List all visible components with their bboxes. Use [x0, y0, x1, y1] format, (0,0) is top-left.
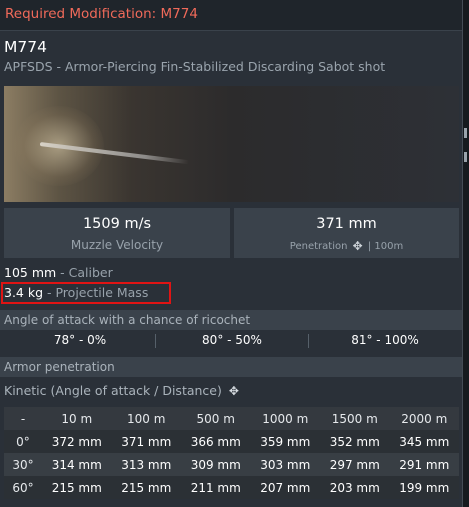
table-cell: 211 mm	[181, 476, 251, 499]
row-angle: 60°	[4, 476, 42, 499]
table-cell: 309 mm	[181, 453, 251, 476]
ricochet-row: 78° - 0% 80° - 50% 81° - 100%	[0, 331, 462, 351]
highlight-box	[1, 282, 171, 304]
ricochet-value: 81° - 100%	[351, 333, 419, 347]
ricochet-section-header: Angle of attack with a chance of ricoche…	[0, 310, 462, 330]
muzzle-velocity-label: Muzzle Velocity	[70, 238, 164, 252]
crosshair-arrow-icon: ✥	[352, 239, 363, 253]
kinetic-label: Kinetic (Angle of attack / Distance)	[4, 383, 222, 398]
column-header: 1500 m	[320, 407, 390, 430]
shell-image	[4, 86, 459, 202]
shell-name: M774	[4, 38, 47, 56]
table-cell: 359 mm	[250, 430, 320, 453]
column-header: 2000 m	[389, 407, 459, 430]
penetration-box: 371 mm Penetration ✥ | 100m	[234, 208, 459, 258]
shell-info-panel: Required Modification: M774 M774 APFSDS …	[0, 0, 463, 507]
column-header: 100 m	[111, 407, 181, 430]
scrollbar-mark	[464, 152, 467, 162]
penetration-distance: | 100m	[367, 241, 404, 252]
kinetic-label-row: Kinetic (Angle of attack / Distance) ✥	[4, 383, 242, 398]
table-cell: 199 mm	[389, 476, 459, 499]
table-cell: 203 mm	[320, 476, 390, 499]
table-cell: 314 mm	[42, 453, 112, 476]
crosshair-arrow-icon: ✥	[228, 384, 239, 398]
table-cell: 366 mm	[181, 430, 251, 453]
penetration-label: Penetration	[289, 241, 348, 252]
armor-penetration-title: Armor penetration	[4, 360, 115, 374]
modification-header: Required Modification: M774	[0, 0, 462, 31]
table-cell: 207 mm	[250, 476, 320, 499]
column-header: -	[4, 407, 42, 430]
table-row: 30° 314 mm 313 mm 309 mm 303 mm 297 mm 2…	[4, 453, 459, 476]
table-cell: 352 mm	[320, 430, 390, 453]
caliber-line: 105 mm - Caliber	[4, 265, 113, 280]
penetration-table: - 10 m 100 m 500 m 1000 m 1500 m 2000 m …	[4, 407, 459, 499]
penetration-label-row: Penetration ✥ | 100m	[234, 239, 459, 253]
muzzle-velocity-value: 1509 m/s	[82, 216, 152, 232]
table-cell: 345 mm	[389, 430, 459, 453]
table-cell: 371 mm	[111, 430, 181, 453]
ricochet-value: 80° - 50%	[202, 333, 262, 347]
penetration-value: 371 mm	[316, 216, 377, 232]
divider	[155, 334, 156, 348]
table-cell: 215 mm	[111, 476, 181, 499]
required-modification-label: Required Modification: M774	[5, 6, 198, 22]
column-header: 1000 m	[250, 407, 320, 430]
table-cell: 297 mm	[320, 453, 390, 476]
row-angle: 0°	[4, 430, 42, 453]
scrollbar[interactable]	[463, 0, 469, 507]
column-header: 10 m	[42, 407, 112, 430]
divider	[308, 334, 309, 348]
scrollbar-mark	[464, 128, 467, 138]
armor-penetration-header: Armor penetration	[0, 357, 462, 377]
caliber-label: - Caliber	[56, 265, 113, 280]
table-cell: 303 mm	[250, 453, 320, 476]
table-cell: 291 mm	[389, 453, 459, 476]
muzzle-velocity-box: 1509 m/s Muzzle Velocity	[4, 208, 230, 258]
row-angle: 30°	[4, 453, 42, 476]
caliber-value: 105 mm	[4, 265, 57, 280]
table-header-row: - 10 m 100 m 500 m 1000 m 1500 m 2000 m	[4, 407, 459, 430]
shell-type: APFSDS - Armor-Piercing Fin-Stabilized D…	[4, 59, 386, 74]
table-row: 60° 215 mm 215 mm 211 mm 207 mm 203 mm 1…	[4, 476, 459, 499]
table-cell: 215 mm	[42, 476, 112, 499]
table-row: 0° 372 mm 371 mm 366 mm 359 mm 352 mm 34…	[4, 430, 459, 453]
table-cell: 372 mm	[42, 430, 112, 453]
table-cell: 313 mm	[111, 453, 181, 476]
ricochet-title: Angle of attack with a chance of ricoche…	[4, 313, 251, 327]
column-header: 500 m	[181, 407, 251, 430]
ricochet-value: 78° - 0%	[53, 333, 107, 347]
